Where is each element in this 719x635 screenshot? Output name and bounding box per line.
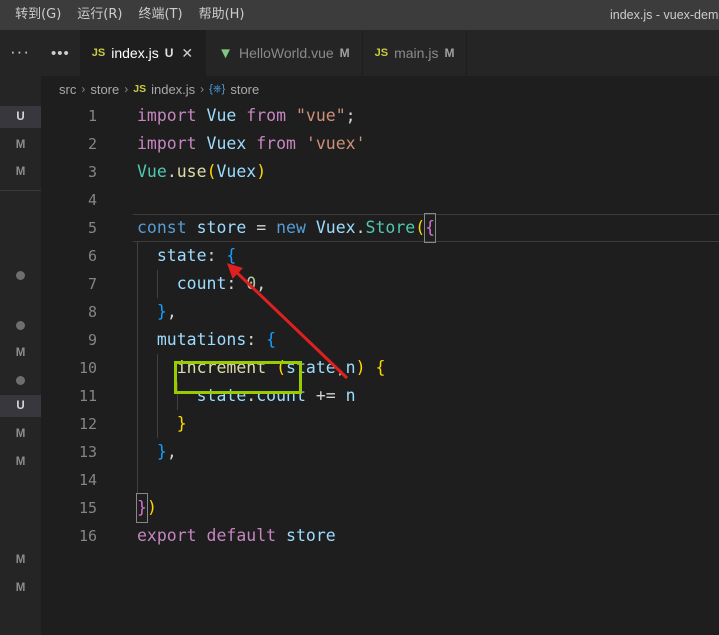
- line-number: 6: [87, 247, 97, 265]
- line-content: const store = new Vuex.Store({: [137, 213, 437, 243]
- line-content: import Vuex from 'vuex': [137, 134, 366, 153]
- line-number: 16: [78, 527, 97, 545]
- line-content: },: [156, 442, 177, 461]
- breadcrumb-item-src[interactable]: src: [59, 82, 76, 97]
- line-number: 10: [78, 359, 97, 377]
- menu-item-terminal[interactable]: 终端(T): [130, 0, 190, 30]
- tab-label: main.js: [394, 45, 439, 61]
- line-number: 8: [87, 303, 97, 321]
- code-line[interactable]: 12 }: [41, 410, 719, 438]
- chevron-right-icon: ›: [81, 82, 86, 96]
- line-number: 1: [87, 107, 97, 125]
- code-line[interactable]: 14: [41, 466, 719, 494]
- file-status-badge-m[interactable]: M: [0, 134, 41, 156]
- line-number: 4: [87, 191, 97, 209]
- code-line[interactable]: 11 state.count += n: [41, 382, 719, 410]
- chevron-right-icon: ›: [124, 82, 129, 96]
- tab-status-badge: U: [164, 46, 174, 60]
- line-content: }: [176, 414, 187, 433]
- code-editor[interactable]: 1 import Vue from "vue"; 2 import Vuex f…: [41, 102, 719, 635]
- tab-helloworld-vue[interactable]: ▼ HelloWorld.vue M: [206, 30, 363, 76]
- menu-item-goto[interactable]: 转到(G): [7, 0, 69, 30]
- line-number: 2: [87, 135, 97, 153]
- code-line[interactable]: 4: [41, 186, 719, 214]
- menu-bar[interactable]: ) 转到(G) 运行(R) 终端(T) 帮助(H): [0, 0, 253, 30]
- code-line[interactable]: 8 },: [41, 298, 719, 326]
- file-status-badge-m[interactable]: M: [0, 577, 41, 599]
- line-number: 5: [87, 219, 97, 237]
- code-line[interactable]: 15 }): [41, 493, 719, 523]
- line-number: 11: [78, 387, 97, 405]
- line-content: state: {: [156, 246, 237, 265]
- menu-item-run[interactable]: 运行(R): [69, 0, 130, 30]
- editor-tab-bar: ••• JS index.js U ✕ ▼ HelloWorld.vue M J…: [41, 30, 719, 76]
- breadcrumb-item-store[interactable]: store: [90, 82, 119, 97]
- line-number: 12: [78, 415, 97, 433]
- file-status-badge-m[interactable]: M: [0, 549, 41, 571]
- code-line[interactable]: 16 export default store: [41, 522, 719, 550]
- menu-item-help[interactable]: 帮助(H): [191, 0, 253, 30]
- more-icon: •••: [51, 44, 70, 62]
- line-content: import Vue from "vue";: [137, 106, 356, 125]
- tab-label: index.js: [111, 45, 159, 61]
- line-content: count: 0,: [176, 274, 267, 293]
- file-status-badge-m[interactable]: M: [0, 342, 41, 364]
- file-status-badge-m[interactable]: M: [0, 423, 41, 445]
- breadcrumb-item-index-js[interactable]: index.js: [151, 82, 195, 97]
- file-status-badge-m[interactable]: M: [0, 161, 41, 183]
- code-line[interactable]: 7 count: 0,: [41, 270, 719, 298]
- code-line[interactable]: 6 state: {: [41, 242, 719, 270]
- vscode-window: ) 转到(G) 运行(R) 终端(T) 帮助(H) index.js - vue…: [0, 0, 719, 635]
- line-content: }): [136, 493, 157, 523]
- code-line[interactable]: 2 import Vuex from 'vuex': [41, 130, 719, 158]
- line-number: 3: [87, 163, 97, 181]
- line-number: 14: [78, 471, 97, 489]
- js-file-icon: JS: [91, 47, 106, 59]
- tab-status-badge: M: [339, 46, 350, 60]
- tabs-overflow-button[interactable]: •••: [41, 30, 80, 76]
- breadcrumb-item-symbol-store[interactable]: store: [230, 82, 259, 97]
- more-actions-icon[interactable]: ···: [8, 43, 32, 64]
- line-content: state.count += n: [196, 386, 356, 405]
- code-line[interactable]: 10 increment (state,n) {: [41, 354, 719, 382]
- close-icon[interactable]: ✕: [181, 45, 193, 62]
- explorer-status-strip: ··· U M M M U M M M M: [0, 30, 41, 635]
- vue-file-icon: ▼: [218, 44, 233, 62]
- file-status-badge-m[interactable]: M: [0, 451, 41, 473]
- tab-label: HelloWorld.vue: [238, 45, 334, 61]
- tab-index-js[interactable]: JS index.js U ✕: [79, 30, 207, 76]
- chevron-right-icon: ›: [200, 82, 205, 96]
- line-content: mutations: {: [156, 330, 277, 349]
- menu-item-0[interactable]: ): [0, 0, 7, 30]
- line-content: Vue.use(Vuex): [137, 162, 267, 181]
- symbol-variable-icon: {⎈}: [209, 82, 226, 95]
- line-content: increment (state,n) {: [176, 358, 386, 377]
- code-line[interactable]: 3 Vue.use(Vuex): [41, 158, 719, 186]
- js-file-icon: JS: [133, 83, 147, 95]
- line-number: 13: [78, 443, 97, 461]
- strip-divider: [0, 190, 41, 191]
- js-file-icon: JS: [374, 47, 389, 59]
- line-number: 7: [87, 275, 97, 293]
- line-number: 15: [78, 499, 97, 517]
- code-line[interactable]: 9 mutations: {: [41, 326, 719, 354]
- code-line-current[interactable]: 5 const store = new Vuex.Store({: [41, 213, 719, 243]
- line-content: },: [156, 302, 177, 321]
- line-number: 9: [87, 331, 97, 349]
- file-status-badge-u[interactable]: U: [0, 395, 41, 417]
- code-line[interactable]: 13 },: [41, 438, 719, 466]
- code-line[interactable]: 1 import Vue from "vue";: [41, 102, 719, 130]
- titlebar: ) 转到(G) 运行(R) 终端(T) 帮助(H) index.js - vue…: [0, 0, 719, 30]
- tab-status-badge: M: [444, 46, 455, 60]
- line-content: export default store: [137, 526, 336, 545]
- file-dot-indicator[interactable]: [0, 369, 41, 391]
- indent-guide: [137, 466, 138, 494]
- breadcrumb: src › store › JS index.js › {⎈} store: [41, 76, 719, 102]
- tab-main-js[interactable]: JS main.js M: [363, 30, 468, 76]
- file-dot-indicator[interactable]: [0, 264, 41, 286]
- file-status-badge-u[interactable]: U: [0, 106, 41, 128]
- file-dot-indicator[interactable]: [0, 314, 41, 336]
